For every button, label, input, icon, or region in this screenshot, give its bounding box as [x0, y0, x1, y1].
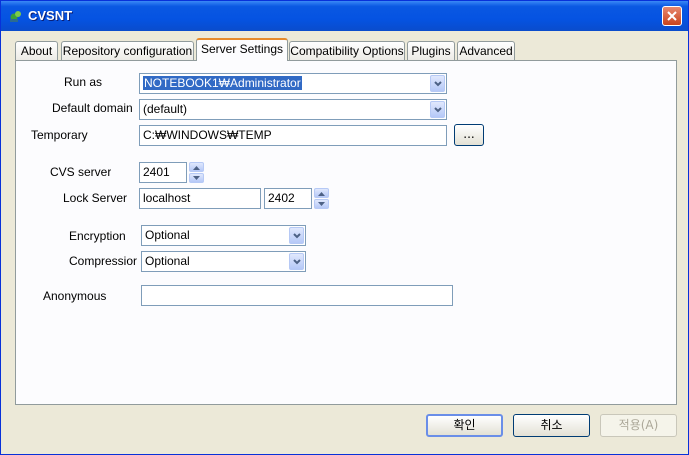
lock-server-port-spinner[interactable]	[314, 188, 329, 209]
default-domain-label: Default domain	[52, 101, 133, 115]
chevron-down-icon	[318, 202, 325, 206]
run-as-combo[interactable]: NOTEBOOK1₩Administrator	[139, 73, 447, 94]
lock-server-port-value: 2402	[268, 191, 295, 205]
spinner-down-button[interactable]	[314, 199, 329, 209]
compression-combo[interactable]: Optional	[141, 251, 306, 272]
spinner-up-button[interactable]	[189, 162, 204, 172]
chevron-down-icon	[434, 107, 442, 113]
encryption-value: Optional	[145, 228, 190, 242]
spinner-up-button[interactable]	[314, 188, 329, 198]
cvsnt-app-icon	[10, 11, 21, 22]
temporary-input[interactable]: C:₩WINDOWS₩TEMP	[139, 125, 447, 146]
chevron-down-icon	[293, 259, 301, 265]
anonymous-input[interactable]	[141, 285, 453, 306]
encryption-combo[interactable]: Optional	[141, 225, 306, 246]
cvs-server-port-input[interactable]: 2401	[139, 162, 187, 183]
close-button[interactable]	[662, 6, 682, 26]
compression-label: Compressior	[69, 254, 138, 268]
title-bar[interactable]: CVSNT	[1, 1, 688, 31]
run-as-value: NOTEBOOK1₩Administrator	[143, 76, 302, 90]
chevron-down-icon	[193, 176, 200, 180]
apply-button[interactable]: 적용(A)	[600, 414, 677, 437]
default-domain-combo[interactable]: (default)	[139, 99, 447, 120]
chevron-down-icon	[434, 81, 442, 87]
lock-server-port-input[interactable]: 2402	[264, 188, 312, 209]
cvs-server-port-value: 2401	[143, 165, 170, 179]
close-icon	[667, 11, 677, 21]
encryption-label: Encryption	[69, 229, 126, 243]
anonymous-label: Anonymous	[43, 289, 107, 303]
cvs-server-port-spinner[interactable]	[189, 162, 204, 183]
compression-dropdown-button[interactable]	[289, 253, 304, 270]
cvs-server-label: CVS server	[50, 165, 112, 179]
server-settings-panel: Run as NOTEBOOK1₩Administrator Default d…	[15, 60, 677, 405]
ok-button[interactable]: 확인	[426, 414, 503, 437]
lock-server-host-input[interactable]: localhost	[139, 188, 261, 209]
temporary-value: C:₩WINDOWS₩TEMP	[143, 128, 272, 142]
chevron-down-icon	[293, 233, 301, 239]
chevron-up-icon	[318, 192, 325, 196]
browse-temporary-button[interactable]: ...	[454, 124, 484, 146]
cancel-button[interactable]: 취소	[513, 414, 590, 437]
spinner-down-button[interactable]	[189, 173, 204, 183]
lock-server-host-value: localhost	[143, 191, 191, 205]
lock-server-label: Lock Server	[63, 191, 128, 205]
encryption-dropdown-button[interactable]	[289, 227, 304, 244]
tab-advanced[interactable]: Advanced	[457, 41, 515, 60]
window-title: CVSNT	[28, 8, 73, 23]
compression-value: Optional	[145, 254, 190, 268]
default-domain-value: (default)	[143, 102, 188, 116]
tab-about[interactable]: About	[15, 41, 58, 60]
default-domain-dropdown-button[interactable]	[430, 101, 445, 118]
tab-plugins[interactable]: Plugins	[407, 41, 455, 60]
run-as-dropdown-button[interactable]	[430, 75, 445, 92]
tab-repository-configuration[interactable]: Repository configuration	[61, 41, 194, 60]
run-as-label: Run as	[64, 75, 103, 89]
tab-compatibility-options[interactable]: Compatibility Options	[289, 41, 405, 60]
cvsnt-window: CVSNT About Repository configuration Ser…	[0, 0, 689, 455]
tab-server-settings[interactable]: Server Settings	[196, 38, 288, 61]
temporary-label: Temporary	[31, 128, 88, 142]
chevron-up-icon	[193, 166, 200, 170]
